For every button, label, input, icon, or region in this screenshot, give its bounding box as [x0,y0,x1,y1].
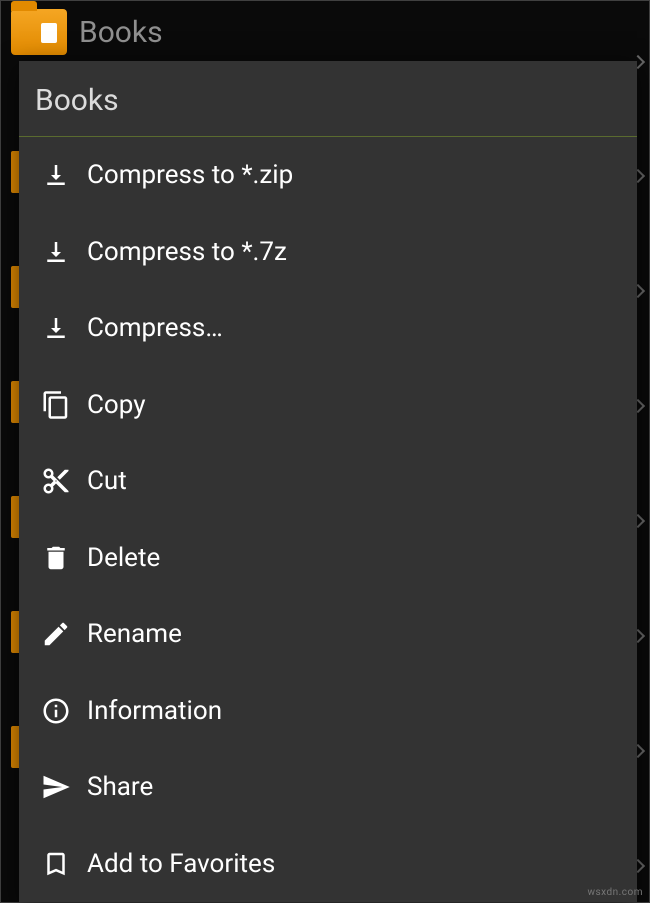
context-menu: Books Compress to *.zip Compress to *.7z… [19,61,637,902]
rename-icon [29,618,83,650]
folder-icon [11,9,67,55]
menu-item-label: Compress to *.7z [83,237,617,267]
menu-compress[interactable]: Compress… [19,290,637,367]
menu-item-label: Share [83,772,617,802]
menu-information[interactable]: Information [19,673,637,750]
download-icon [29,312,83,344]
share-icon [29,771,83,803]
folder-name: Books [79,15,163,50]
menu-item-label: Copy [83,390,617,420]
list-folder-edge [11,381,19,423]
menu-item-label: Delete [83,543,617,573]
app-viewport: Books Books Compress to *.zip Compress t… [0,0,650,903]
menu-item-label: Add to Favorites [83,849,617,879]
menu-share[interactable]: Share [19,749,637,826]
menu-add-favorites[interactable]: Add to Favorites [19,826,637,903]
delete-icon [29,542,83,574]
bookmark-icon [29,848,83,880]
menu-copy[interactable]: Copy [19,367,637,444]
list-folder-edge [11,496,19,538]
menu-delete[interactable]: Delete [19,520,637,597]
menu-item-label: Information [83,696,617,726]
download-icon [29,236,83,268]
info-icon [29,695,83,727]
menu-item-label: Compress… [83,313,617,343]
list-folder-edge [11,266,19,308]
menu-item-label: Compress to *.zip [83,160,617,190]
menu-compress-7z[interactable]: Compress to *.7z [19,214,637,291]
menu-cut[interactable]: Cut [19,443,637,520]
cut-icon [29,465,83,497]
list-folder-edge [11,726,19,768]
menu-item-label: Rename [83,619,617,649]
copy-icon [29,389,83,421]
folder-header: Books [11,9,163,55]
menu-title: Books [19,61,637,137]
list-folder-edge [11,611,19,653]
menu-rename[interactable]: Rename [19,596,637,673]
watermark: wsxdn.com [587,887,643,898]
menu-compress-zip[interactable]: Compress to *.zip [19,137,637,214]
menu-item-label: Cut [83,466,617,496]
download-icon [29,159,83,191]
list-folder-edge [11,151,19,193]
